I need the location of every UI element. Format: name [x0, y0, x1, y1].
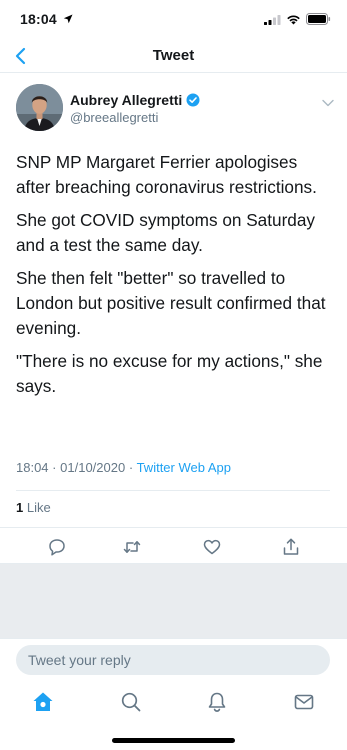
tweet-text: SNP MP Margaret Ferrier apologises after…: [16, 150, 334, 407]
tab-search[interactable]: [119, 690, 143, 714]
heart-icon: [203, 539, 221, 555]
battery-icon: [306, 13, 331, 25]
retweet-icon: [123, 541, 141, 553]
reply-icon: [49, 539, 65, 556]
cellular-signal-icon: [264, 14, 281, 25]
tab-home[interactable]: [31, 690, 55, 714]
tweet-author: Aubrey Allegretti @breeallegretti: [16, 84, 336, 134]
share-button[interactable]: [281, 537, 301, 557]
home-indicator: [112, 738, 235, 743]
status-time-text: 18:04: [20, 11, 57, 27]
author-handle[interactable]: @breeallegretti: [70, 110, 158, 125]
meta-separator: ·: [128, 460, 134, 475]
verified-badge-icon: [186, 93, 200, 107]
author-name-text: Aubrey Allegretti: [70, 92, 183, 108]
avatar-image: [16, 84, 63, 131]
status-indicators: [264, 13, 331, 25]
divider: [16, 490, 330, 491]
actions-area: [0, 528, 347, 638]
likes-number: 1: [16, 500, 24, 515]
tweet-paragraph: She got COVID symptoms on Saturday and a…: [16, 210, 316, 255]
tweet-options-button[interactable]: [322, 94, 334, 112]
mail-icon: [294, 694, 314, 710]
location-arrow-icon: [63, 14, 73, 24]
tweet-metadata: 18:04 · 01/10/2020 · Twitter Web App: [16, 460, 231, 475]
reply-input[interactable]: [16, 645, 330, 675]
wifi-icon: [287, 14, 300, 24]
page-title: Tweet: [152, 47, 195, 64]
chevron-down-icon: [322, 99, 334, 107]
likes-count[interactable]: 1 Like: [16, 500, 51, 515]
tab-notifications[interactable]: [205, 690, 229, 714]
tab-messages[interactable]: [292, 690, 316, 714]
status-time: 18:04: [20, 11, 73, 27]
navigation-bar: Tweet: [0, 40, 347, 73]
tweet-source-link[interactable]: Twitter Web App: [137, 460, 231, 475]
share-icon: [283, 538, 299, 555]
bell-icon: [208, 692, 226, 712]
reply-button[interactable]: [47, 537, 67, 557]
avatar[interactable]: [16, 84, 63, 131]
reply-bar: [0, 638, 347, 680]
likes-label: Like: [26, 500, 51, 515]
tweet-time: 18:04: [16, 460, 49, 475]
status-bar: 18:04: [0, 0, 347, 40]
like-button[interactable]: [202, 537, 222, 557]
tweet-paragraph: SNP MP Margaret Ferrier apologises after…: [16, 152, 317, 197]
home-icon: [33, 692, 53, 711]
retweet-button[interactable]: [122, 537, 142, 557]
tweet-date: 01/10/2020: [60, 460, 126, 475]
search-icon: [121, 692, 141, 712]
tweet-actions: [0, 528, 347, 564]
tweet-paragraph: She then felt "better" so travelled to L…: [16, 268, 326, 338]
author-name[interactable]: Aubrey Allegretti: [70, 92, 200, 108]
tweet-paragraph: "There is no excuse for my actions," she…: [16, 351, 323, 396]
meta-separator: ·: [52, 460, 57, 475]
